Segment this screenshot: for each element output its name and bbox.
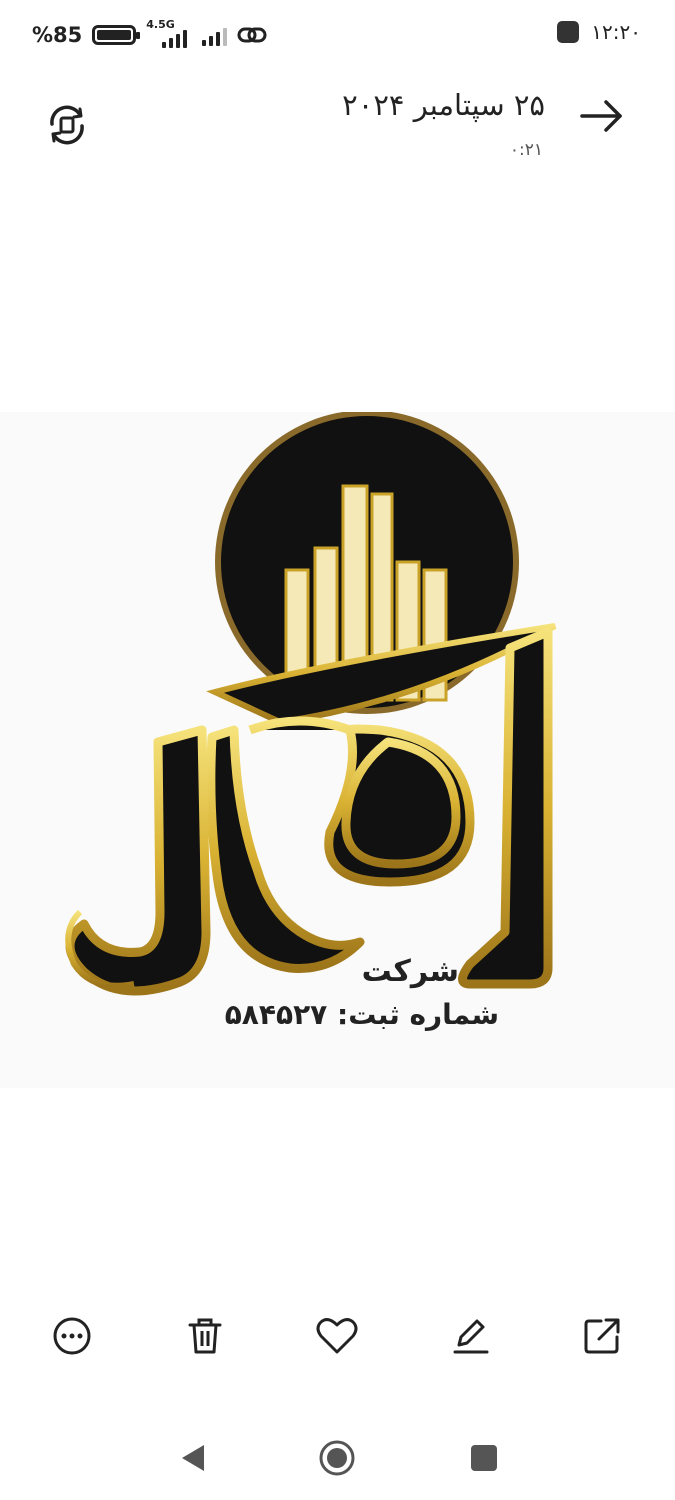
link-icon [237,27,267,43]
logo-registration-text: شماره ثبت: ۵۸۴۵۲۷ [224,998,499,1031]
app-notification-icon [557,21,580,43]
viewer-header: ۲۵ سپتامبر ۲۰۲۴ ۰:۲۱ [0,80,675,180]
arrow-right-icon[interactable] [576,90,628,142]
battery-icon [92,25,141,45]
battery-percent: %85 [32,23,83,47]
nav-home-icon[interactable] [317,1438,357,1478]
more-icon[interactable] [50,1314,94,1358]
status-right: ۱۲:۲۰ [557,20,641,44]
signal-icon [202,24,228,46]
status-time: ۱۲:۲۰ [591,20,641,44]
rotate-icon[interactable] [44,102,90,148]
nav-recents-icon[interactable] [464,1438,504,1478]
heart-icon[interactable] [315,1314,359,1358]
share-icon[interactable] [580,1314,624,1358]
status-left: %85 4.5G [32,18,267,52]
system-nav-bar [0,1420,675,1500]
nav-back-icon[interactable] [172,1438,212,1478]
photo-actions-bar [0,1296,675,1376]
photo-time: ۰:۲۱ [509,140,543,160]
status-bar: %85 4.5G ۱۲:۲۰ [0,0,675,70]
edit-icon[interactable] [448,1314,492,1358]
photo-view[interactable]: شرکت شماره ثبت: ۵۸۴۵۲۷ [0,412,675,1088]
company-logo [65,412,557,996]
photo-date: ۲۵ سپتامبر ۲۰۲۴ [342,88,545,122]
mobile-signal-icon: 4.5G [146,18,192,50]
logo-company-text: شرکت [361,954,459,989]
trash-icon[interactable] [183,1314,227,1358]
